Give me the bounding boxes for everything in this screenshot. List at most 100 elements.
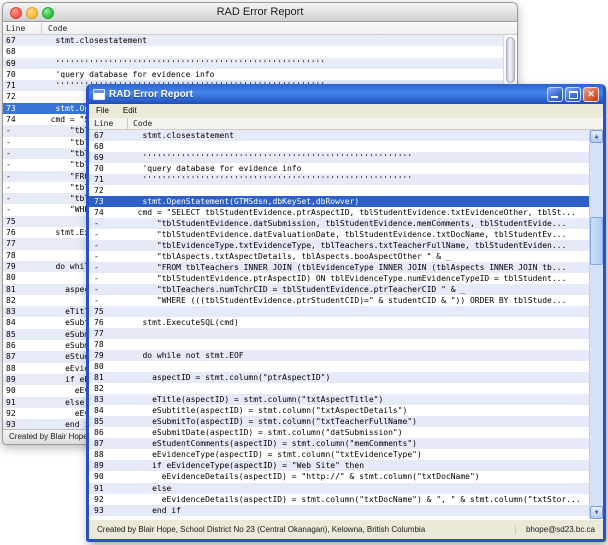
code-row[interactable]: 74 cmd = "SELECT tblStudentEvidence.ptrA… [89, 207, 589, 218]
minimize-icon [551, 96, 558, 98]
code-row[interactable]: 93 end if [89, 505, 589, 516]
code-row[interactable]: 89 if eEvidenceType(aspectID) = "Web Sit… [89, 460, 589, 471]
minimize-button[interactable] [547, 87, 563, 102]
line-number: 80 [3, 272, 41, 283]
code-row[interactable]: 71 '''''''''''''''''''''''''''''''''''''… [89, 174, 589, 185]
line-number: 85 [3, 329, 41, 340]
code-row[interactable]: 78 [89, 339, 589, 350]
scroll-up-icon[interactable]: ▲ [590, 130, 603, 143]
code-row[interactable]: 92 eEvidenceDetails(aspectID) = stmt.col… [89, 494, 589, 505]
code-column-header: Code [48, 24, 67, 33]
xp-grid-header: Line Code [89, 118, 603, 130]
code-row[interactable]: - "tblStudentEvidence.datSubmission, tbl… [89, 218, 589, 229]
line-number: - [89, 295, 128, 306]
line-number: 84 [3, 317, 41, 328]
code-text: "FROM tblTeachers INNER JOIN (tblEvidenc… [128, 262, 589, 273]
code-row[interactable]: 88 eEvidenceType(aspectID) = stmt.column… [89, 449, 589, 460]
line-number: - [3, 159, 41, 170]
code-row[interactable]: 68 [3, 46, 503, 57]
code-row[interactable]: - "tblTeachers.numTchrCID = tblStudentEv… [89, 284, 589, 295]
maximize-button[interactable] [565, 87, 581, 102]
line-number: 92 [3, 408, 41, 419]
line-number: 93 [89, 505, 128, 516]
code-row[interactable]: 83 eTitle(aspectID) = stmt.column("txtAs… [89, 394, 589, 405]
code-row[interactable]: 68 [89, 141, 589, 152]
line-number: 82 [89, 383, 128, 394]
close-button[interactable]: ✕ [583, 87, 599, 102]
line-number: 70 [89, 163, 128, 174]
line-number: 91 [3, 397, 41, 408]
code-row[interactable]: - "tblAspects.txtAspectDetails, tblAspec… [89, 251, 589, 262]
line-number: - [3, 137, 41, 148]
line-number: 89 [3, 374, 41, 385]
code-row[interactable]: 86 eSubmitDate(aspectID) = stmt.column("… [89, 427, 589, 438]
xp-titlebar[interactable]: RAD Error Report ✕ [89, 84, 603, 104]
code-row[interactable]: 76 stmt.ExecuteSQL(cmd) [89, 317, 589, 328]
code-row[interactable]: - "FROM tblTeachers INNER JOIN (tblEvide… [89, 262, 589, 273]
menu-edit[interactable]: Edit [116, 104, 144, 118]
code-text: "tblAspects.txtAspectDetails, tblAspects… [128, 251, 589, 262]
code-text: cmd = "SELECT tblStudentEvidence.ptrAspe… [128, 207, 589, 218]
line-number: 69 [3, 58, 41, 69]
code-row[interactable]: - "tblStudentEvidence.ptrAspectID) ON tb… [89, 273, 589, 284]
line-number: - [3, 125, 41, 136]
line-number: 68 [3, 46, 41, 57]
code-text: eTitle(aspectID) = stmt.column("txtAspec… [128, 394, 589, 405]
code-row[interactable]: 67 stmt.closestatement [89, 130, 589, 141]
code-row[interactable]: 70 'query database for evidence info [89, 163, 589, 174]
line-number: 82 [3, 295, 41, 306]
scroll-down-icon[interactable]: ▼ [590, 506, 603, 519]
line-number: 69 [89, 152, 128, 163]
xp-vertical-scrollbar[interactable]: ▲ ▼ [589, 130, 603, 519]
line-number: 76 [89, 317, 128, 328]
code-row[interactable]: - "tblStudentEvidence.datEvaluationDate,… [89, 229, 589, 240]
code-text: "tblStudentEvidence.datSubmission, tblSt… [128, 218, 589, 229]
code-row[interactable]: 81 aspectID = stmt.column("ptrAspectID") [89, 372, 589, 383]
code-text: eSubtitle(aspectID) = stmt.column("txtAs… [128, 405, 589, 416]
line-number: 71 [3, 80, 41, 91]
code-text [128, 141, 589, 152]
code-row[interactable]: 77 [89, 328, 589, 339]
code-row[interactable]: 87 eStudentComments(aspectID) = stmt.col… [89, 438, 589, 449]
line-number: 78 [89, 339, 128, 350]
line-number: 70 [3, 69, 41, 80]
line-number: 88 [89, 449, 128, 460]
code-row[interactable]: - "tblEvidenceType.txtEvidenceType, tblT… [89, 240, 589, 251]
line-number: 68 [89, 141, 128, 152]
line-number: 71 [89, 174, 128, 185]
code-row[interactable]: 84 eSubtitle(aspectID) = stmt.column("tx… [89, 405, 589, 416]
code-row[interactable]: 85 eSubmitTo(aspectID) = stmt.column("tx… [89, 416, 589, 427]
code-text: end if [128, 505, 589, 516]
code-row[interactable]: 67 stmt.closestatement [3, 35, 503, 46]
code-row[interactable]: 75 [89, 306, 589, 317]
code-text: "tblStudentEvidence.datEvaluationDate, t… [128, 229, 589, 240]
code-row[interactable]: 79 do while not stmt.EOF [89, 350, 589, 361]
line-number: 76 [3, 227, 41, 238]
status-email: bhope@sd23.bc.ca [515, 525, 595, 534]
code-text: eEvidenceDetails(aspectID) = "http://" &… [128, 471, 589, 482]
column-separator [127, 118, 128, 129]
code-row[interactable]: 91 else [89, 483, 589, 494]
line-number: - [89, 240, 128, 251]
mac-scrollbar-thumb[interactable] [506, 37, 515, 83]
line-number: 67 [89, 130, 128, 141]
line-number: 90 [89, 471, 128, 482]
code-row[interactable]: 82 [89, 383, 589, 394]
line-number: - [89, 218, 128, 229]
xp-scrollbar-thumb[interactable] [590, 217, 603, 265]
menu-file[interactable]: File [89, 104, 116, 118]
code-row[interactable]: 80 [89, 361, 589, 372]
code-row[interactable]: - "WHERE (((tblStudentEvidence.ptrStuden… [89, 295, 589, 306]
line-number: - [3, 182, 41, 193]
code-row[interactable]: 72 [89, 185, 589, 196]
code-row[interactable]: 69 '''''''''''''''''''''''''''''''''''''… [3, 58, 503, 69]
code-row[interactable]: 90 eEvidenceDetails(aspectID) = "http://… [89, 471, 589, 482]
line-number: 77 [89, 328, 128, 339]
code-row[interactable]: 73 stmt.OpenStatement(GTMSdsn,dbKeySet,d… [89, 196, 589, 207]
code-row[interactable]: 69 '''''''''''''''''''''''''''''''''''''… [89, 152, 589, 163]
line-number: - [3, 193, 41, 204]
code-text: "tblStudentEvidence.ptrAspectID) ON tblE… [128, 273, 589, 284]
mac-titlebar[interactable]: RAD Error Report [3, 3, 517, 22]
code-row[interactable]: 70 'query database for evidence info [3, 69, 503, 80]
close-icon: ✕ [584, 88, 598, 101]
